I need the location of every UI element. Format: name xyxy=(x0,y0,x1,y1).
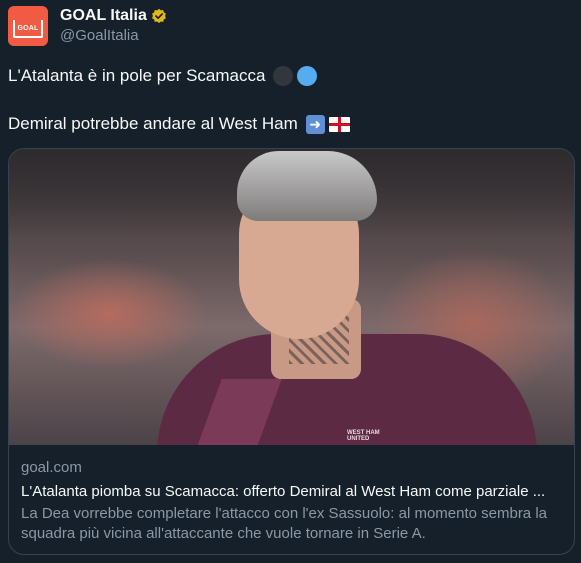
blue-circle-icon xyxy=(297,66,318,86)
goal-logo-icon: GOAL xyxy=(13,20,43,38)
link-card[interactable]: WEST HAM UNITED goal.com L'Atalanta piom… xyxy=(8,148,575,555)
tweet-text-2: Demiral potrebbe andare al West Ham xyxy=(8,114,298,133)
avatar[interactable]: GOAL xyxy=(8,6,48,46)
right-arrow-icon: ➜ xyxy=(305,114,325,134)
player-hair xyxy=(237,151,377,221)
england-flag-icon xyxy=(328,116,350,132)
black-circle-icon xyxy=(273,66,294,86)
card-image[interactable]: WEST HAM UNITED xyxy=(9,149,574,445)
card-description[interactable]: La Dea vorrebbe completare l'attacco con… xyxy=(21,504,566,544)
display-name[interactable]: GOAL Italia xyxy=(60,7,147,25)
card-title[interactable]: L'Atalanta piomba su Scamacca: offerto D… xyxy=(21,483,561,500)
tweet-line-2: Demiral potrebbe andare al West Ham ➜ xyxy=(8,113,350,135)
tweet-line-1: L'Atalanta è in pole per Scamacca xyxy=(8,65,318,87)
verified-badge-icon xyxy=(151,8,166,24)
west-ham-crest-icon: WEST HAM UNITED xyxy=(347,427,397,445)
tweet-header: GOAL GOAL Italia @GoalItalia xyxy=(8,6,568,46)
name-row: GOAL Italia xyxy=(60,6,167,26)
tweet-text-1: L'Atalanta è in pole per Scamacca xyxy=(8,66,266,85)
card-domain[interactable]: goal.com xyxy=(21,459,82,476)
handle[interactable]: @GoalItalia xyxy=(60,27,139,44)
